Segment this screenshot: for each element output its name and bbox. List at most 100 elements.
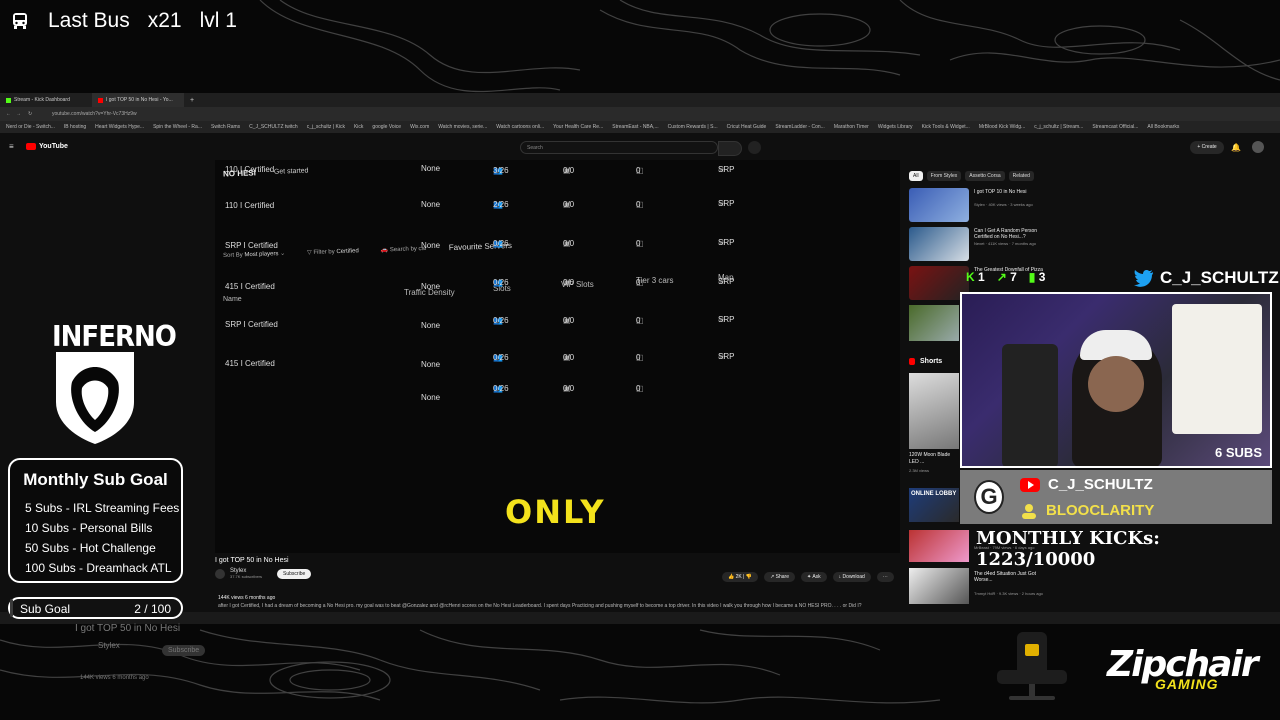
short-title[interactable]: 120W Moon Blade LED ... [909, 452, 959, 466]
traffic-value: None [421, 393, 441, 402]
chip-assetto-corsa[interactable]: Assetto Corsa [965, 171, 1005, 181]
download-button[interactable]: ↓ Download [832, 572, 871, 582]
bookmark-item[interactable]: Spin the Wheel - Ra... [153, 124, 202, 130]
bookmark-item[interactable]: c_j_schultz | Stream... [1034, 124, 1083, 130]
video-thumbnail[interactable] [909, 305, 959, 341]
share-button[interactable]: ↗ Share [764, 572, 795, 582]
subscribe-button[interactable]: Subscribe [277, 568, 312, 579]
bookmark-item[interactable]: C_J_SCHULTZ twitch [249, 124, 298, 130]
goal-item: 50 Subs - Hot Challenge [25, 541, 156, 555]
bus-multiplier: x21 [147, 9, 182, 32]
mic-icon[interactable] [748, 141, 761, 154]
kick-icon: K [966, 270, 975, 284]
bookmark-item[interactable]: c_j_schultz | Kick [307, 124, 345, 130]
shorts-icon [909, 358, 915, 365]
bookmark-item[interactable]: Nerd or Die - Switch... [6, 124, 55, 130]
bookmark-item[interactable]: Switch Rams [211, 124, 240, 130]
new-tab-button[interactable]: + [190, 97, 194, 104]
server-row: 110 I Certified None 👥 2/26 ▣ 0/0 ◱ 0 ☠ SRP [225, 199, 735, 210]
bus-status-bar: Last Bus x21 lvl 1 [0, 0, 610, 42]
sub-goal-label: Sub Goal [20, 602, 71, 616]
recommended-video[interactable]: Can I Get A Random Person Certified on N… [909, 227, 1049, 261]
server-name: 110 I Certified [225, 165, 275, 174]
server-row: None 👥 0/26 ▣ 0/0 ◱ 0 [421, 384, 644, 402]
video-meta: Tmmyt HdR · 9.3K views · 2 hours ago [974, 591, 1043, 596]
bookmark-item[interactable]: IB hosting [64, 124, 86, 130]
traffic-value: None [421, 241, 441, 250]
video-title-small[interactable]: The d4ed Situation Just Got Worse... [974, 571, 1046, 583]
goal-title: Monthly Sub Goal [23, 470, 168, 489]
goal-item: 100 Subs - Dreamhack ATL [25, 561, 172, 575]
server-name: 415 I Certified [225, 281, 275, 291]
bookmark-item[interactable]: Marathon Timer [834, 124, 869, 130]
video-thumbnail[interactable]: ONLINE LOBBY [909, 488, 959, 522]
bell-icon[interactable]: 🔔 [1231, 143, 1241, 152]
tab-youtube-video[interactable]: I got TOP 50 in No Hesi - Yo... [92, 93, 184, 107]
subscriber-count: 37.7K subscribers [230, 574, 263, 579]
bookmark-item[interactable]: Custom Rewards | S... [668, 124, 718, 130]
bookmark-item[interactable]: Heart Widgets Hype... [95, 124, 144, 130]
traffic-value: None [421, 360, 441, 369]
video-description[interactable]: 144K views 6 months ago after I got Cert… [218, 594, 898, 610]
video-player[interactable]: NO HESI Get started Sort By Most players… [215, 160, 900, 553]
arrow-up-icon: ↗ [996, 270, 1007, 284]
bookmark-item[interactable]: Wix.com [410, 124, 429, 130]
like-button[interactable]: 👍 2K | 👎 [722, 572, 759, 582]
forward-icon[interactable]: → [16, 111, 21, 117]
video-thumbnail[interactable] [909, 568, 969, 604]
server-row: 415 I Certified None 👥 0/26 ▣ 0/0 ◱ 0 ☠ SRP [225, 277, 735, 291]
search-input[interactable]: Search [520, 141, 718, 154]
bus-icon [13, 13, 27, 29]
menu-icon[interactable]: ≡ [9, 142, 14, 151]
ask-button[interactable]: ✦ Ask [801, 572, 827, 582]
chip-related[interactable]: Related [1008, 171, 1034, 181]
stat-follow: ↗ 7 [996, 270, 1017, 284]
subs-badge: 6 SUBS [1215, 445, 1262, 460]
bookmark-item[interactable]: Widgets Library [878, 124, 913, 130]
short-thumbnail[interactable] [909, 373, 959, 449]
zipchair-sponsor: Zipchair GAMING [955, 628, 1280, 706]
bookmark-item[interactable]: StreamEast - NBA,... [612, 124, 658, 130]
kick-handle: BLOOCLARITY [1020, 502, 1154, 519]
video-thumbnail[interactable] [909, 530, 969, 562]
video-thumbnail[interactable] [909, 227, 969, 261]
bookmark-item[interactable]: MrBlood Kick Widg... [979, 124, 1025, 130]
back-icon[interactable]: ← [6, 111, 11, 117]
address-bar[interactable]: ← → ↻ youtube.com/watch?v=Yhr-Vc73Hz9w [0, 107, 1280, 121]
chip-from-stylex[interactable]: From Stylex [926, 171, 962, 181]
bookmark-item[interactable]: Watch movies, serie... [438, 124, 487, 130]
gaming-chair-icon [997, 632, 1067, 700]
bookmark-item[interactable]: Kick [354, 124, 363, 130]
bookmark-item[interactable]: Watch cartoons onli... [496, 124, 544, 130]
bookmark-item[interactable]: Your Health Care Re... [553, 124, 603, 130]
chip-all[interactable]: All [909, 171, 923, 181]
face [1088, 356, 1144, 412]
short-views: 2.3M views [909, 468, 930, 473]
create-button[interactable]: + Create [1190, 141, 1224, 154]
youtube-logo[interactable]: YouTube [26, 143, 68, 150]
bookmark-item[interactable]: Cricut Heat Guide [727, 124, 767, 130]
youtube-tab-icon [98, 97, 103, 103]
bookmarks-bar: Nerd or Die - Switch... IB hosting Heart… [0, 121, 1280, 133]
tab-kick-dashboard[interactable]: Stream - Kick Dashboard [0, 93, 92, 107]
reload-icon[interactable]: ↻ [28, 111, 32, 117]
url-text[interactable]: youtube.com/watch?v=Yhr-Vc73Hz9w [52, 111, 137, 117]
traffic-value: None [421, 164, 441, 173]
all-bookmarks[interactable]: All Bookmarks [1147, 124, 1179, 130]
avatar[interactable] [1252, 141, 1264, 153]
video-thumbnail[interactable] [909, 188, 969, 222]
bus-label: Last Bus [48, 9, 130, 32]
bookmark-item[interactable]: StreamLadder - Con... [775, 124, 824, 130]
channel-avatar[interactable] [215, 568, 225, 579]
bars-icon: ▮ [1028, 270, 1036, 284]
bookmark-item[interactable]: Kick Tools & Widget... [922, 124, 970, 130]
more-button[interactable]: ⋯ [876, 572, 894, 582]
recommended-video[interactable]: I got TOP 10 in No Hesi Stylex · 40K vie… [909, 188, 1049, 222]
search-icon[interactable] [718, 141, 742, 156]
channel-row: Stylex 37.7K subscribers Subscribe [215, 568, 312, 579]
server-row: SRP I Certified None 👥 0/26 ▣ 0/0 ◱ 0 ☠ SRP [225, 315, 735, 330]
server-name: SRP I Certified [225, 241, 278, 250]
bookmark-item[interactable]: Streamcast Official... [1092, 124, 1138, 130]
goal-item: 10 Subs - Personal Bills [25, 521, 153, 535]
bookmark-item[interactable]: google Voice [372, 124, 401, 130]
